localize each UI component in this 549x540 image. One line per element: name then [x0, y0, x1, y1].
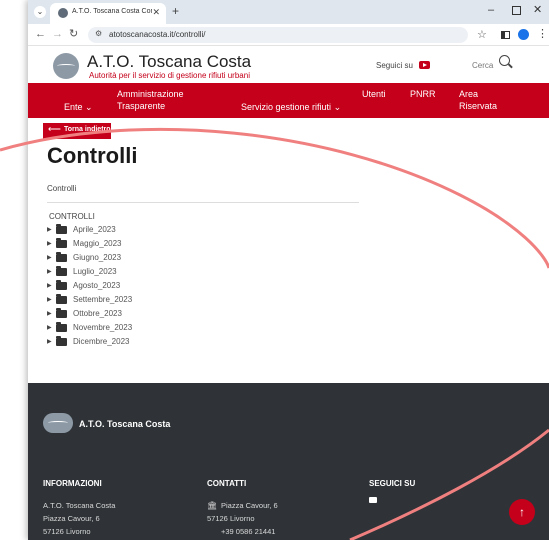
arrow-up-icon: ↑	[519, 505, 525, 519]
kebab-menu-icon[interactable]: ⋮	[537, 27, 548, 40]
folder-item[interactable]: ▶ Settembre_2023	[47, 294, 247, 306]
nav-servizio[interactable]: Servizio gestione rifiuti ⌄	[241, 101, 341, 113]
folder-item[interactable]: ▶ Ottobre_2023	[47, 308, 247, 320]
footer-youtube-icon[interactable]	[369, 497, 377, 503]
nav-amministrazione[interactable]: Amministrazione Trasparente	[117, 88, 184, 112]
new-tab-icon[interactable]: +	[172, 4, 179, 18]
site-tagline: Autorità per il servizio di gestione rif…	[89, 71, 250, 80]
folder-icon	[56, 266, 67, 276]
favicon-icon	[58, 8, 68, 18]
tab-bar: ⌄ A.T.O. Toscana Costa Controlli | ✕ + –…	[28, 0, 549, 24]
folder-icon	[56, 224, 67, 234]
page-title: Controlli	[47, 143, 138, 168]
caret-right-icon: ▶	[47, 283, 52, 289]
nav-utenti[interactable]: Utenti	[362, 88, 386, 100]
search-icon[interactable]	[499, 55, 510, 66]
browser-window: ⌄ A.T.O. Toscana Costa Controlli | ✕ + –…	[28, 0, 549, 540]
close-tab-icon[interactable]: ✕	[152, 7, 160, 18]
footer-info-line: Piazza Cavour, 6	[43, 514, 100, 523]
nav-pnrr[interactable]: PNRR	[410, 88, 436, 100]
back-icon[interactable]: ←	[35, 28, 46, 40]
divider	[47, 202, 359, 203]
tab-title: A.T.O. Toscana Costa Controlli |	[72, 8, 152, 15]
folder-heading: CONTROLLI	[49, 212, 95, 221]
footer-logo-icon[interactable]	[43, 413, 73, 433]
side-panel-icon[interactable]	[501, 31, 510, 39]
footer-brand: A.T.O. Toscana Costa	[79, 419, 171, 429]
nav-area-riservata[interactable]: Area Riservata	[459, 88, 497, 112]
caret-right-icon: ▶	[47, 339, 52, 345]
youtube-icon[interactable]	[419, 61, 430, 69]
building-icon: 🏛	[207, 501, 218, 510]
star-icon[interactable]: ☆	[477, 28, 487, 41]
back-button[interactable]: ⟵ Torna indietro	[43, 123, 111, 139]
reload-icon[interactable]: ↻	[69, 27, 78, 40]
footer-social-heading: SEGUICI SU	[369, 479, 416, 488]
folder-icon	[56, 322, 67, 332]
caret-right-icon: ▶	[47, 325, 52, 331]
folder-icon	[56, 280, 67, 290]
chevron-down-icon: ⌄	[333, 102, 342, 112]
logo-icon[interactable]	[53, 53, 79, 79]
active-tab[interactable]: A.T.O. Toscana Costa Controlli | ✕	[50, 3, 166, 24]
footer-contacts-heading: CONTATTI	[207, 479, 247, 488]
follow-label: Seguici su	[376, 61, 413, 70]
caret-right-icon: ▶	[47, 227, 52, 233]
forward-icon[interactable]: →	[52, 28, 63, 40]
folder-item[interactable]: ▶ Luglio_2023	[47, 266, 247, 278]
nav-ente[interactable]: Ente ⌄	[64, 101, 93, 113]
tab-search-icon[interactable]: ⌄	[34, 6, 46, 18]
maximize-icon[interactable]	[512, 6, 521, 15]
folder-icon	[56, 252, 67, 262]
address-bar: ← → ↻ ⚙ atotoscanacosta.it/controlli/ ☆ …	[28, 24, 549, 46]
folder-item[interactable]: ▶ Dicembre_2023	[47, 336, 247, 348]
folder-item[interactable]: ▶ Giugno_2023	[47, 252, 247, 264]
url-text: atotoscanacosta.it/controlli/	[109, 30, 206, 39]
main-nav: Ente ⌄ Amministrazione Trasparente Servi…	[28, 83, 549, 118]
footer-contact-line: 57126 Livorno	[207, 514, 255, 523]
close-window-icon[interactable]: ✕	[533, 3, 542, 16]
footer-info-line: A.T.O. Toscana Costa	[43, 501, 116, 510]
site-footer: A.T.O. Toscana Costa INFORMAZIONI A.T.O.…	[28, 383, 549, 540]
caret-right-icon: ▶	[47, 297, 52, 303]
folder-item[interactable]: ▶ Agosto_2023	[47, 280, 247, 292]
folder-item[interactable]: ▶ Aprile_2023	[47, 224, 247, 236]
caret-right-icon: ▶	[47, 255, 52, 261]
footer-info-line: 57126 Livorno	[43, 527, 91, 536]
site-name[interactable]: A.T.O. Toscana Costa	[87, 52, 251, 72]
search-label[interactable]: Cerca	[472, 61, 493, 70]
folder-item[interactable]: ▶ Novembre_2023	[47, 322, 247, 334]
folder-icon	[56, 336, 67, 346]
footer-contact-line: Piazza Cavour, 6	[221, 501, 278, 510]
url-input[interactable]: ⚙ atotoscanacosta.it/controlli/	[88, 27, 468, 43]
chevron-down-icon: ⌄	[85, 102, 93, 112]
footer-contact-line[interactable]: +39 0586 21441	[221, 527, 275, 536]
folder-item[interactable]: ▶ Maggio_2023	[47, 238, 247, 250]
site-header: A.T.O. Toscana Costa Autorità per il ser…	[28, 47, 549, 83]
footer-info-heading: INFORMAZIONI	[43, 479, 102, 488]
folder-icon	[56, 308, 67, 318]
minimize-icon[interactable]: –	[488, 4, 494, 16]
caret-right-icon: ▶	[47, 269, 52, 275]
folder-icon	[56, 294, 67, 304]
folder-icon	[56, 238, 67, 248]
site-info-icon[interactable]: ⚙	[95, 29, 102, 38]
caret-right-icon: ▶	[47, 311, 52, 317]
caret-right-icon: ▶	[47, 241, 52, 247]
scroll-to-top-button[interactable]: ↑	[509, 499, 535, 525]
profile-icon[interactable]	[518, 29, 529, 40]
breadcrumb: Controlli	[47, 184, 77, 193]
arrow-left-icon: ⟵	[48, 124, 61, 134]
